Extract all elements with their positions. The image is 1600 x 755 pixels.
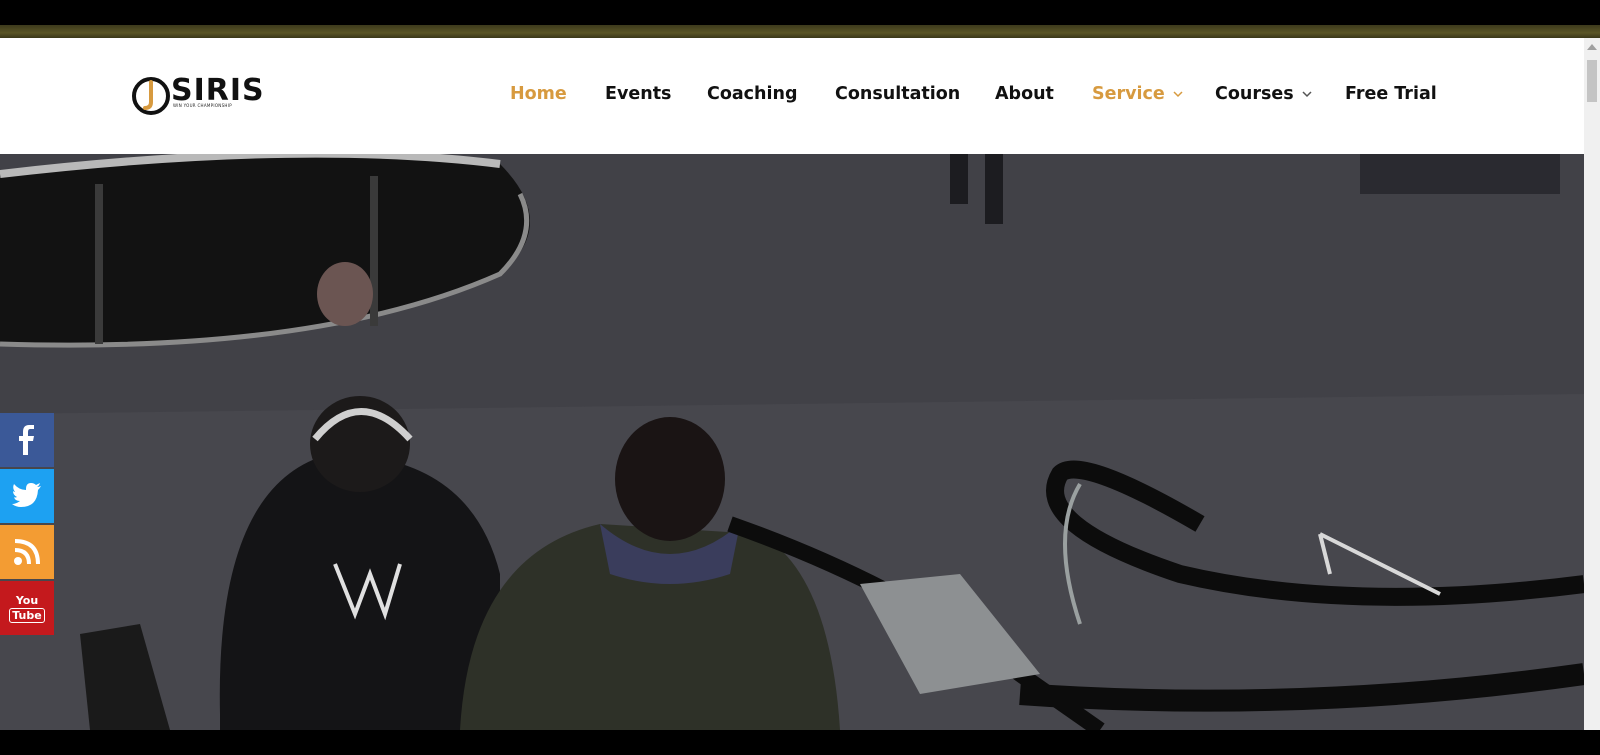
browser-bottom-bar: [0, 730, 1600, 755]
nav-free-trial[interactable]: Free Trial: [1345, 84, 1437, 104]
facebook-share-button[interactable]: [0, 413, 54, 467]
nav-home[interactable]: Home: [510, 84, 567, 104]
chevron-down-icon: [1302, 91, 1312, 98]
youtube-icon-you: You: [15, 593, 39, 607]
main-navigation: Home Events Coaching Consultation About …: [0, 84, 1584, 108]
vertical-scrollbar[interactable]: [1584, 38, 1600, 730]
nav-consultation-label: Consultation: [835, 84, 961, 104]
nav-courses[interactable]: Courses: [1215, 84, 1313, 104]
youtube-icon: You Tube: [9, 593, 45, 623]
hero-video-background: [0, 154, 1584, 730]
nav-home-label: Home: [510, 84, 567, 104]
nav-about-label: About: [995, 84, 1054, 104]
nav-service[interactable]: Service: [1092, 84, 1184, 104]
scrollbar-thumb[interactable]: [1587, 60, 1597, 102]
chevron-down-icon: [1173, 91, 1183, 98]
nav-service-label: Service: [1092, 84, 1165, 104]
nav-coaching-label: Coaching: [707, 84, 798, 104]
facebook-icon: [19, 425, 34, 455]
twitter-icon: [12, 483, 41, 507]
nav-events-label: Events: [605, 84, 672, 104]
nav-free-trial-label: Free Trial: [1345, 84, 1437, 104]
twitter-share-button[interactable]: [0, 469, 54, 523]
youtube-channel-button[interactable]: You Tube: [0, 581, 54, 635]
scroll-up-arrow-icon[interactable]: [1587, 44, 1597, 50]
rss-feed-button[interactable]: [0, 525, 54, 579]
nav-courses-label: Courses: [1215, 84, 1294, 104]
nav-about[interactable]: About: [995, 84, 1054, 104]
escalator-scene-image: [0, 154, 1584, 730]
nav-coaching[interactable]: Coaching: [707, 84, 798, 104]
nav-events[interactable]: Events: [605, 84, 671, 104]
rss-icon: [14, 539, 40, 565]
top-accent-strip: [0, 25, 1600, 38]
browser-top-bar: [0, 0, 1600, 25]
youtube-icon-tube: Tube: [9, 607, 45, 623]
site-header: SIRIS WIN YOUR CHAMPIONSHIP Home Events …: [0, 38, 1584, 154]
nav-consultation[interactable]: Consultation: [835, 84, 960, 104]
